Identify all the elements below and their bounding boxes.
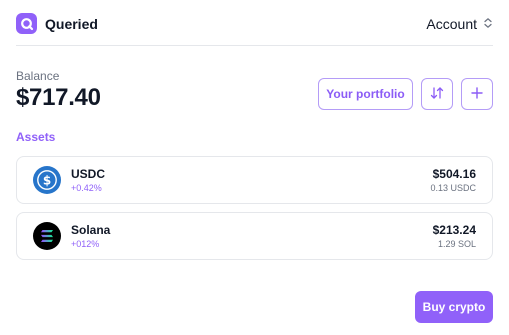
asset-info: Solana +012% [71,223,433,249]
app-root: Queried Account Balance $717.40 Your por… [0,0,509,335]
asset-amount: 1.29 SOL [437,239,476,249]
swap-button[interactable] [421,78,453,110]
asset-info: USDC +0.42% [71,167,430,193]
svg-text:$: $ [43,173,51,187]
asset-change: +012% [71,239,100,249]
plus-icon [470,86,484,103]
asset-change: +0.42% [71,183,102,193]
chevron-up-down-icon [483,16,493,32]
balance-label: Balance [16,69,60,83]
balance-actions: Your portfolio [318,78,493,110]
buy-crypto-button[interactable]: Buy crypto [415,291,493,323]
solana-icon [33,222,61,250]
asset-row-usdc[interactable]: $ USDC +0.42% $504.16 0.13 USDC [16,156,493,204]
balance-value: $717.40 [16,84,101,111]
your-portfolio-button[interactable]: Your portfolio [318,78,413,110]
usdc-icon: $ [33,166,61,194]
arrows-up-down-icon [429,85,445,104]
top-bar: Queried Account [16,12,493,46]
queried-logo-icon [16,13,37,34]
asset-name: Solana [71,223,111,237]
asset-name: USDC [71,167,106,181]
account-label: Account [426,15,477,32]
asset-amount: 0.13 USDC [430,183,476,193]
brand-name: Queried [45,15,98,32]
brand: Queried [16,13,98,34]
asset-values: $213.24 1.29 SOL [433,223,476,249]
account-dropdown[interactable]: Account [426,16,493,32]
add-button[interactable] [461,78,493,110]
asset-values: $504.16 0.13 USDC [430,167,476,193]
asset-row-solana[interactable]: Solana +012% $213.24 1.29 SOL [16,212,493,260]
assets-heading: Assets [16,130,56,144]
asset-usd-value: $213.24 [432,223,476,237]
asset-usd-value: $504.16 [432,167,476,181]
